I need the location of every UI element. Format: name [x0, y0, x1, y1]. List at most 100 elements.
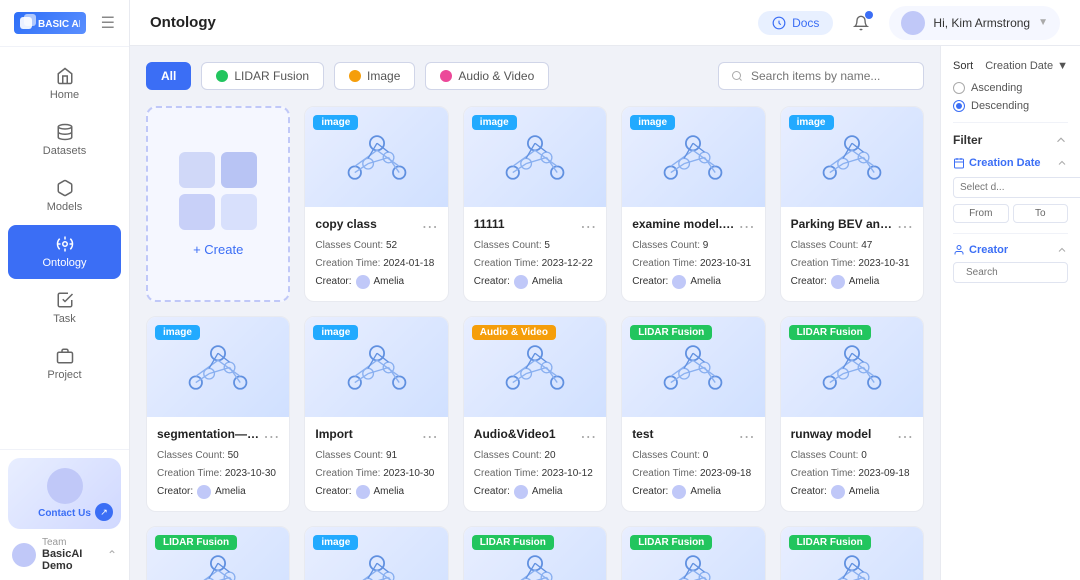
sort-ascending[interactable]: Ascending — [953, 82, 1068, 94]
sidebar-item-ontology[interactable]: Ontology — [8, 225, 121, 279]
list-item[interactable]: LIDAR Fusion Traffic signs ⋯ — [780, 526, 924, 580]
card-header-row: segmentation—2022... ⋯ — [157, 427, 279, 447]
creator-search[interactable]: ▼ — [953, 262, 1068, 283]
filter-expand-icon — [1054, 133, 1068, 147]
list-item[interactable]: image examine model.1698... ⋯ Classes Co… — [621, 106, 765, 302]
team-row: Team BasicAI Demo ⌃ — [8, 529, 121, 572]
card-options-icon[interactable]: ⋯ — [422, 217, 438, 237]
sort-value[interactable]: Creation Date ▼ — [985, 60, 1068, 72]
list-item[interactable]: image Parking BEV annotati... ⋯ Classes … — [780, 106, 924, 302]
image-dot — [349, 70, 361, 82]
card-thumbnail: Audio & Video — [464, 317, 606, 417]
card-thumbnail: image — [305, 527, 447, 580]
card-thumbnail: LIDAR Fusion — [147, 527, 289, 580]
list-item[interactable]: image 11111 ⋯ Classes Count: 5 Creation … — [463, 106, 607, 302]
creator-name: Amelia — [532, 273, 563, 291]
card-body: copy class ⋯ Classes Count: 52 Creation … — [305, 207, 447, 301]
docs-button[interactable]: Docs — [758, 11, 833, 35]
sidebar-item-datasets-label: Datasets — [43, 145, 86, 157]
sort-descending[interactable]: Descending — [953, 100, 1068, 112]
card-thumbnail: LIDAR Fusion — [781, 527, 923, 580]
classes-count-value: 20 — [544, 450, 555, 461]
list-item[interactable]: LIDAR Fusion Landmarks ⋯ — [463, 526, 607, 580]
filter-audio-button[interactable]: Audio & Video — [425, 62, 549, 90]
notifications-button[interactable] — [845, 7, 877, 39]
card-meta: Classes Count: 47 Creation Time: 2023-10… — [791, 237, 913, 291]
sidebar-item-home-label: Home — [50, 89, 79, 101]
sidebar-item-ontology-label: Ontology — [42, 257, 86, 269]
creator-avatar — [831, 485, 845, 499]
card-options-icon[interactable]: ⋯ — [739, 427, 755, 447]
user-avatar — [901, 11, 925, 35]
mini-block-2 — [221, 152, 257, 188]
create-card[interactable]: + Create — [146, 106, 290, 302]
creation-time-row: Creation Time: 2023-10-12 — [474, 465, 596, 483]
hamburger-icon[interactable]: ☰ — [101, 13, 115, 33]
card-options-icon[interactable]: ⋯ — [739, 217, 755, 237]
filter-lidar-label: LIDAR Fusion — [234, 69, 309, 83]
filter-header: Filter — [953, 133, 1068, 147]
creator-name: Amelia — [849, 273, 880, 291]
card-body: Import ⋯ Classes Count: 91 Creation Time… — [305, 417, 447, 511]
card-thumbnail: image — [147, 317, 289, 417]
card-tag: image — [313, 115, 358, 130]
sort-row: Sort Creation Date ▼ — [953, 60, 1068, 72]
card-title: Audio&Video1 — [474, 427, 556, 441]
list-item[interactable]: Audio & Video Audio&Video1 ⋯ Classes Cou… — [463, 316, 607, 512]
search-input[interactable] — [751, 69, 911, 83]
card-body: Audio&Video1 ⋯ Classes Count: 20 Creatio… — [464, 417, 606, 511]
calendar-icon — [953, 157, 965, 169]
card-options-icon[interactable]: ⋯ — [897, 217, 913, 237]
contact-us-badge: ↗ — [95, 503, 113, 521]
card-tag: LIDAR Fusion — [630, 535, 712, 550]
lidar-dot — [216, 70, 228, 82]
classes-count-value: 0 — [703, 450, 709, 461]
card-options-icon[interactable]: ⋯ — [580, 427, 596, 447]
creator-name: Amelia — [690, 273, 721, 291]
mini-block-4 — [221, 194, 257, 230]
creation-time-value: 2023-10-31 — [858, 258, 909, 269]
list-item[interactable]: LIDAR Fusion runway test ⋯ — [146, 526, 290, 580]
list-item[interactable]: LIDAR Fusion runway model ⋯ Classes Coun… — [780, 316, 924, 512]
list-item[interactable]: LIDAR Fusion Bus ⋯ — [621, 526, 765, 580]
filter-image-button[interactable]: Image — [334, 62, 415, 90]
card-thumbnail: image — [622, 107, 764, 207]
creation-time-value: 2024-01-18 — [383, 258, 434, 269]
card-tag: image — [313, 325, 358, 340]
list-item[interactable]: image copy class ⋯ Classes Count: 52 Cre… — [304, 106, 448, 302]
from-to-row: From To — [953, 204, 1068, 223]
card-options-icon[interactable]: ⋯ — [580, 217, 596, 237]
card-title: Import — [315, 427, 352, 441]
filter-lidar-button[interactable]: LIDAR Fusion — [201, 62, 324, 90]
filter-all-button[interactable]: All — [146, 62, 191, 90]
list-item[interactable]: image segmentation—2022... ⋯ Classes Cou… — [146, 316, 290, 512]
team-expand-icon[interactable]: ⌃ — [107, 548, 117, 562]
sidebar-item-task-label: Task — [53, 313, 76, 325]
list-item[interactable]: image Image ⋯ — [304, 526, 448, 580]
sidebar-item-models[interactable]: Models — [8, 169, 121, 223]
card-options-icon[interactable]: ⋯ — [422, 427, 438, 447]
user-menu[interactable]: Hi, Kim Armstrong ▼ — [889, 6, 1060, 40]
sidebar-item-home[interactable]: Home — [8, 57, 121, 111]
creator-row: Creator: Amelia — [632, 273, 754, 291]
card-title: segmentation—2022... — [157, 427, 263, 441]
card-options-icon[interactable]: ⋯ — [263, 427, 279, 447]
date-from-input[interactable] — [953, 177, 1080, 198]
list-item[interactable]: image Import ⋯ Classes Count: 91 Creatio… — [304, 316, 448, 512]
creator-avatar — [356, 275, 370, 289]
card-options-icon[interactable]: ⋯ — [897, 427, 913, 447]
sidebar: BASIC AI ☰ Home Datasets Models Ontology… — [0, 0, 130, 580]
card-tag: image — [789, 115, 834, 130]
list-item[interactable]: LIDAR Fusion test ⋯ Classes Count: 0 Cre… — [621, 316, 765, 512]
creator-row: Creator: Amelia — [315, 483, 437, 501]
sort-label: Sort — [953, 60, 973, 72]
creator-search-input[interactable] — [966, 267, 1080, 278]
contact-us-card[interactable]: Contact Us ↗ — [8, 458, 121, 529]
sidebar-item-task[interactable]: Task — [8, 281, 121, 335]
creator-avatar — [356, 485, 370, 499]
sidebar-item-project[interactable]: Project — [8, 337, 121, 391]
search-box[interactable] — [718, 62, 924, 90]
radio-dot — [956, 103, 962, 109]
card-body: Parking BEV annotati... ⋯ Classes Count:… — [781, 207, 923, 301]
sidebar-item-datasets[interactable]: Datasets — [8, 113, 121, 167]
